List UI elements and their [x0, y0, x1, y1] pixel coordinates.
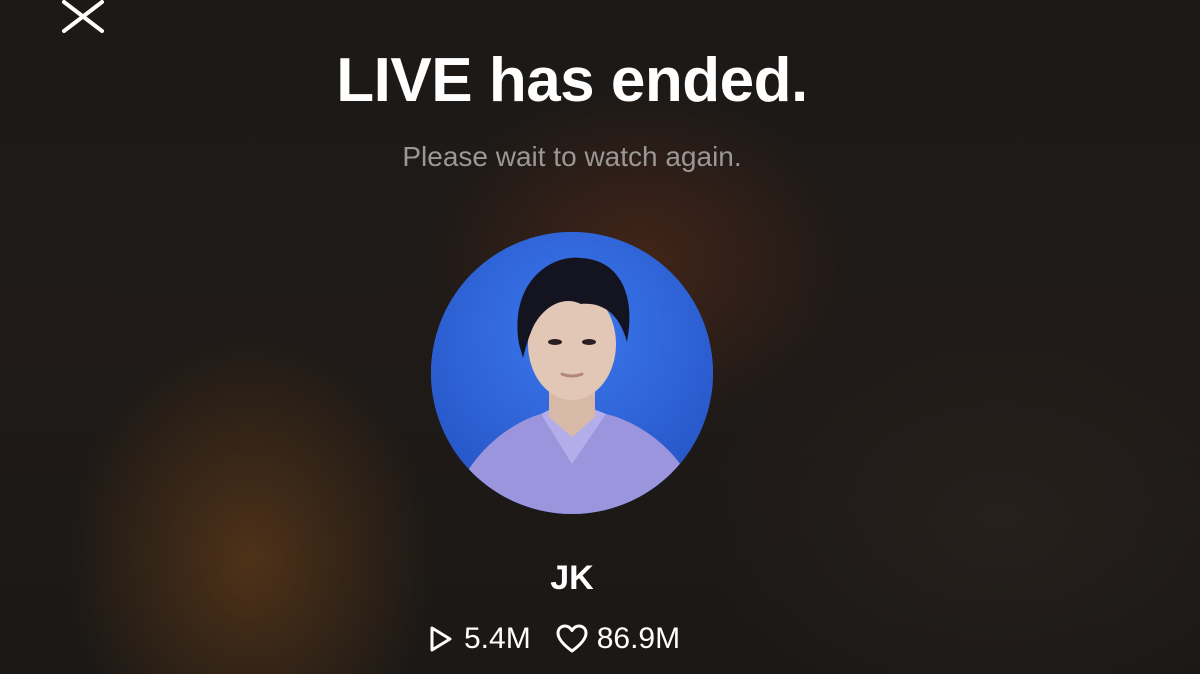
- play-count: 5.4M: [464, 622, 531, 655]
- avatar[interactable]: [431, 232, 713, 514]
- play-icon: [424, 623, 456, 655]
- heart-icon: [555, 623, 589, 655]
- live-ended-screen: LIVE has ended. Please wait to watch aga…: [0, 0, 1200, 674]
- close-icon: [62, 0, 104, 33]
- play-count-stat: 5.4M: [424, 622, 531, 656]
- username: JK: [550, 559, 594, 597]
- like-count-stat: 86.9M: [555, 622, 680, 656]
- stats-row: 5.4M 86.9M: [424, 618, 680, 660]
- avatar-image: [431, 232, 713, 514]
- page-title: LIVE has ended.: [336, 46, 808, 115]
- like-count: 86.9M: [596, 622, 681, 655]
- close-button[interactable]: [58, 0, 108, 34]
- page-subtitle: Please wait to watch again.: [402, 141, 742, 172]
